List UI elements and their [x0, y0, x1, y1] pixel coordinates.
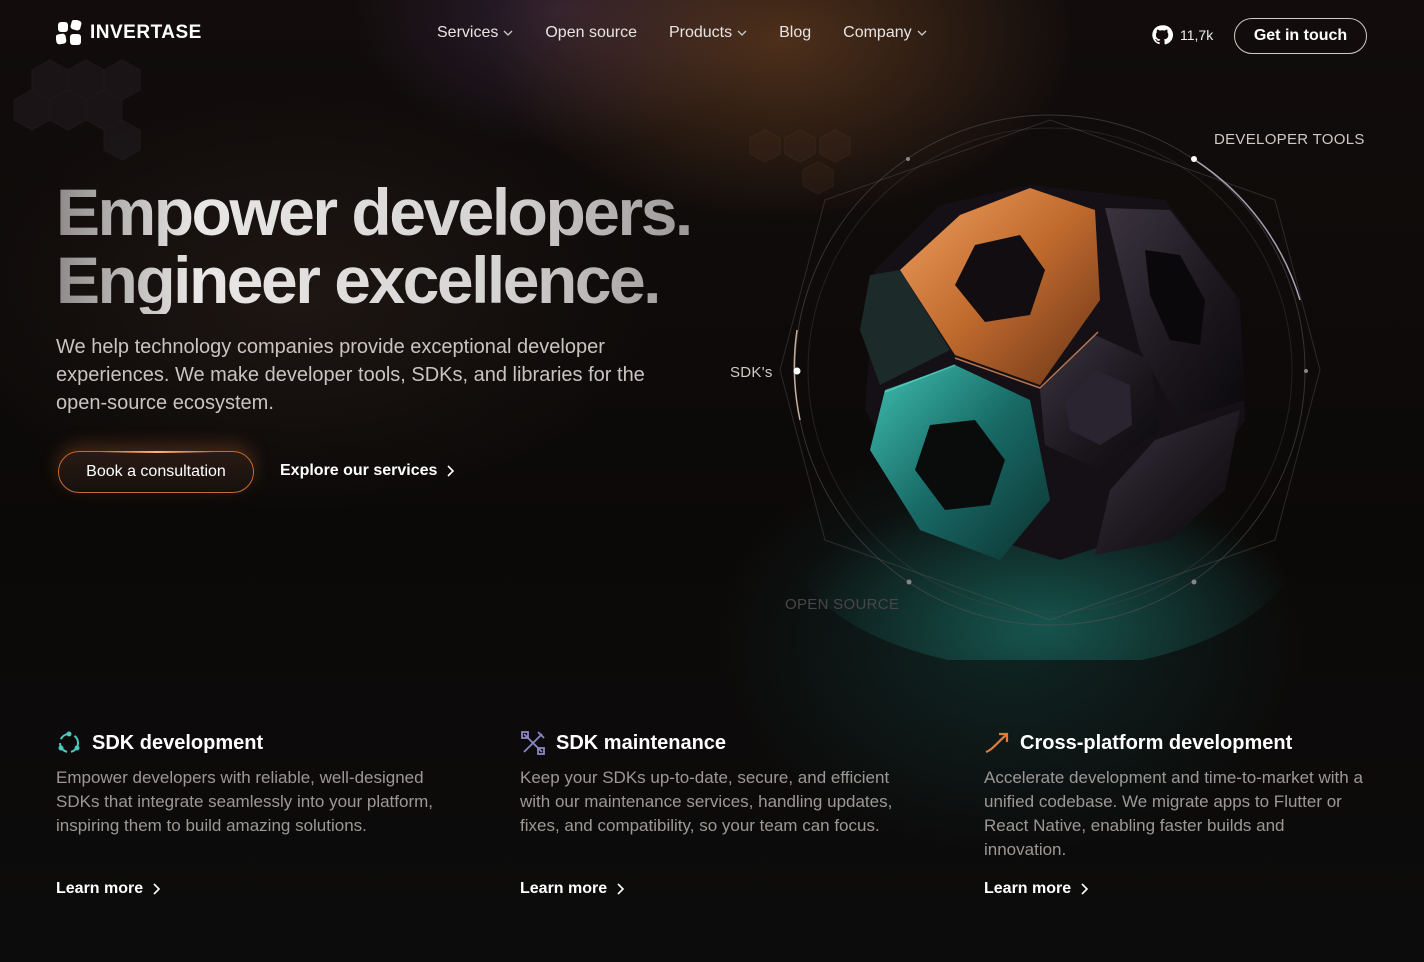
- hero-headline: Empower developers. Engineer excellence.: [56, 175, 693, 314]
- orbit-node: [1304, 369, 1308, 373]
- chevron-down-icon: [503, 30, 513, 36]
- top-navigation: INVERTASE Services Open source Products …: [0, 0, 1424, 70]
- chevron-right-icon: [153, 883, 161, 895]
- button-label: Book a consultation: [86, 463, 226, 480]
- chevron-right-icon: [447, 465, 455, 477]
- feature-sdk-maintenance: SDK maintenance Keep your SDKs up-to-dat…: [520, 730, 920, 897]
- get-in-touch-button[interactable]: Get in touch: [1234, 18, 1367, 54]
- main-menu: Services Open source Products Blog Compa…: [437, 24, 927, 42]
- link-label: Explore our services: [280, 462, 438, 479]
- orbit-highlight: [793, 329, 801, 421]
- feature-description: Accelerate development and time-to-marke…: [984, 768, 1363, 859]
- nav-item-open-source[interactable]: Open source: [545, 24, 637, 42]
- feature-description: Empower developers with reliable, well-d…: [56, 768, 433, 835]
- chevron-right-icon: [617, 883, 625, 895]
- nav-item-products[interactable]: Products: [669, 24, 747, 42]
- brand-name: INVERTASE: [90, 22, 202, 43]
- feature-title: SDK development: [92, 731, 264, 754]
- link-label: Learn more: [984, 880, 1072, 897]
- github-stars-link[interactable]: 11,7k: [1151, 24, 1213, 46]
- nav-item-label: Blog: [779, 24, 812, 41]
- learn-more-link[interactable]: Learn more: [520, 880, 625, 898]
- nav-item-blog[interactable]: Blog: [779, 24, 811, 42]
- chevron-right-icon: [1081, 883, 1089, 895]
- orbit-node: [906, 579, 912, 585]
- orb-label-developer-tools: DEVELOPER TOOLS: [1214, 131, 1365, 148]
- book-consultation-button[interactable]: Book a consultation: [58, 451, 254, 493]
- link-label: Learn more: [56, 880, 144, 897]
- dodecahedron: [860, 185, 1245, 560]
- chevron-down-icon: [737, 30, 747, 36]
- orbit-node: [1191, 156, 1197, 162]
- headline-line-1: Empower developers.: [56, 175, 693, 249]
- orbit-node: [1191, 579, 1197, 585]
- feature-title: SDK maintenance: [556, 731, 727, 754]
- orbit-node: [906, 157, 910, 161]
- nav-item-label: Company: [843, 24, 912, 41]
- nav-item-label: Open source: [545, 24, 637, 41]
- feature-header: SDK development: [56, 730, 456, 756]
- chevron-down-icon: [917, 30, 927, 36]
- feature-description: Keep your SDKs up-to-date, secure, and e…: [520, 768, 893, 835]
- feature-sdk-development: SDK development Empower developers with …: [56, 730, 456, 897]
- learn-more-link[interactable]: Learn more: [984, 880, 1089, 898]
- logo-mark-icon: [56, 20, 82, 45]
- headline-line-2: Engineer excellence.: [56, 246, 691, 314]
- learn-more-link[interactable]: Learn more: [56, 880, 161, 898]
- nav-item-label: Services: [437, 24, 499, 41]
- hero-subtitle: We help technology companies provide exc…: [56, 336, 645, 414]
- trend-arrow-icon: [985, 732, 1009, 754]
- cycle-icon: [58, 731, 80, 753]
- github-icon: [1152, 25, 1173, 45]
- tools-icon: [521, 731, 545, 755]
- orb-label-sdks: SDK's: [730, 364, 773, 381]
- link-label: Learn more: [520, 880, 608, 897]
- orb-label-open-source: OPEN SOURCE: [785, 596, 900, 613]
- orbit-node: [793, 367, 801, 375]
- nav-item-company[interactable]: Company: [843, 24, 927, 42]
- feature-header: SDK maintenance: [520, 730, 920, 756]
- feature-header: Cross-platform development: [984, 730, 1384, 756]
- explore-services-link[interactable]: Explore our services: [280, 462, 455, 480]
- brand-logo[interactable]: INVERTASE: [56, 20, 202, 46]
- nav-item-label: Products: [668, 24, 733, 41]
- hero-orb-illustration: [779, 114, 1321, 660]
- nav-item-services[interactable]: Services: [437, 24, 513, 42]
- feature-cross-platform: Cross-platform development Accelerate de…: [984, 730, 1384, 898]
- hex-pattern-decoration: [13, 59, 141, 161]
- github-stars-count: 11,7k: [1180, 27, 1214, 43]
- feature-title: Cross-platform development: [1020, 731, 1293, 754]
